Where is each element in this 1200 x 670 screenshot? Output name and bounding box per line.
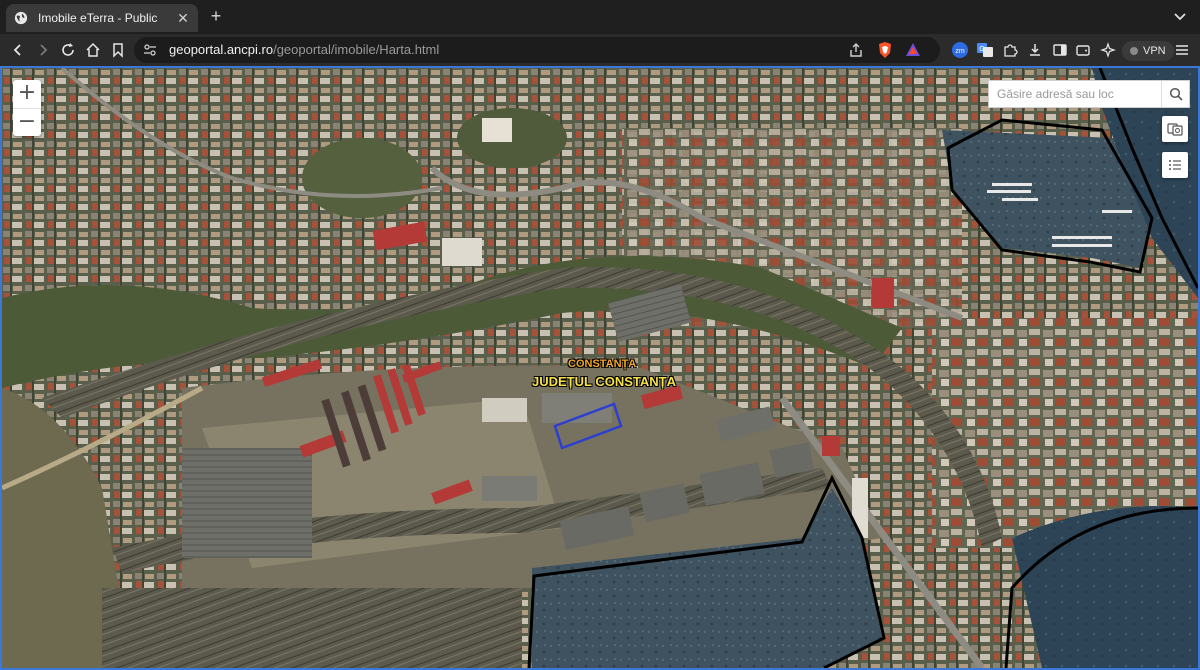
- vpn-button[interactable]: VPN: [1122, 41, 1174, 61]
- address-bar[interactable]: geoportal.ancpi.ro/geoportal/imobile/Har…: [134, 37, 940, 63]
- site-settings-icon[interactable]: [142, 42, 158, 58]
- browser-toolbar: geoportal.ancpi.ro/geoportal/imobile/Har…: [0, 34, 1200, 66]
- download-icon[interactable]: [1025, 40, 1045, 60]
- search-button[interactable]: [1161, 81, 1189, 107]
- county-label: JUDEȚUL CONSTANȚA: [532, 374, 676, 389]
- translate-icon[interactable]: G: [975, 40, 995, 60]
- globe-icon: [14, 11, 28, 25]
- city-label: CONSTANȚA: [568, 358, 637, 370]
- layer-list-button[interactable]: [1162, 152, 1188, 178]
- vpn-label: VPN: [1143, 45, 1166, 57]
- forward-icon[interactable]: [33, 40, 53, 60]
- share-icon[interactable]: [848, 42, 864, 58]
- back-icon[interactable]: [8, 40, 28, 60]
- bookmark-icon[interactable]: [108, 40, 128, 60]
- tab-title: Imobile eTerra - Public: [38, 11, 158, 25]
- basemap-gallery-icon: [1167, 123, 1183, 136]
- svg-text:zm: zm: [955, 48, 965, 55]
- reload-icon[interactable]: [58, 40, 78, 60]
- tab-bar: Imobile eTerra - Public ✕ +: [0, 0, 1200, 34]
- basemap-gallery-button[interactable]: [1162, 116, 1188, 142]
- menu-icon[interactable]: [1172, 40, 1192, 60]
- map-view[interactable]: CONSTANȚA JUDEȚUL CONSTANȚA + −: [0, 66, 1200, 670]
- address-search: [988, 80, 1190, 108]
- brave-shields-icon[interactable]: [876, 41, 894, 59]
- close-tab-icon[interactable]: ✕: [176, 11, 190, 25]
- address-search-input[interactable]: [989, 81, 1161, 107]
- wallet-icon[interactable]: [1073, 40, 1093, 60]
- leo-ai-icon[interactable]: [1098, 40, 1118, 60]
- plus-icon: +: [17, 80, 37, 105]
- zoom-extension-icon[interactable]: zm: [950, 40, 970, 60]
- layer-list-icon: [1169, 160, 1181, 170]
- magnifier-icon: [1169, 87, 1183, 101]
- browser-tab[interactable]: Imobile eTerra - Public ✕: [6, 4, 198, 32]
- minus-icon: −: [17, 109, 37, 134]
- chevron-down-icon[interactable]: [1172, 8, 1188, 24]
- svg-text:G: G: [979, 46, 984, 53]
- zoom-out-button[interactable]: −: [13, 108, 41, 136]
- zoom-in-button[interactable]: +: [13, 80, 41, 108]
- url-path: /geoportal/imobile/Harta.html: [273, 42, 440, 57]
- vpn-status-icon: [1130, 47, 1138, 55]
- sidebar-icon[interactable]: [1050, 40, 1070, 60]
- zoom-control: + −: [13, 80, 41, 136]
- url-text: geoportal.ancpi.ro/geoportal/imobile/Har…: [169, 42, 439, 57]
- url-host: geoportal.ancpi.ro: [169, 42, 274, 57]
- home-icon[interactable]: [83, 40, 103, 60]
- new-tab-icon[interactable]: +: [206, 6, 226, 26]
- extensions-icon[interactable]: [1000, 40, 1020, 60]
- brave-rewards-icon[interactable]: [904, 41, 922, 59]
